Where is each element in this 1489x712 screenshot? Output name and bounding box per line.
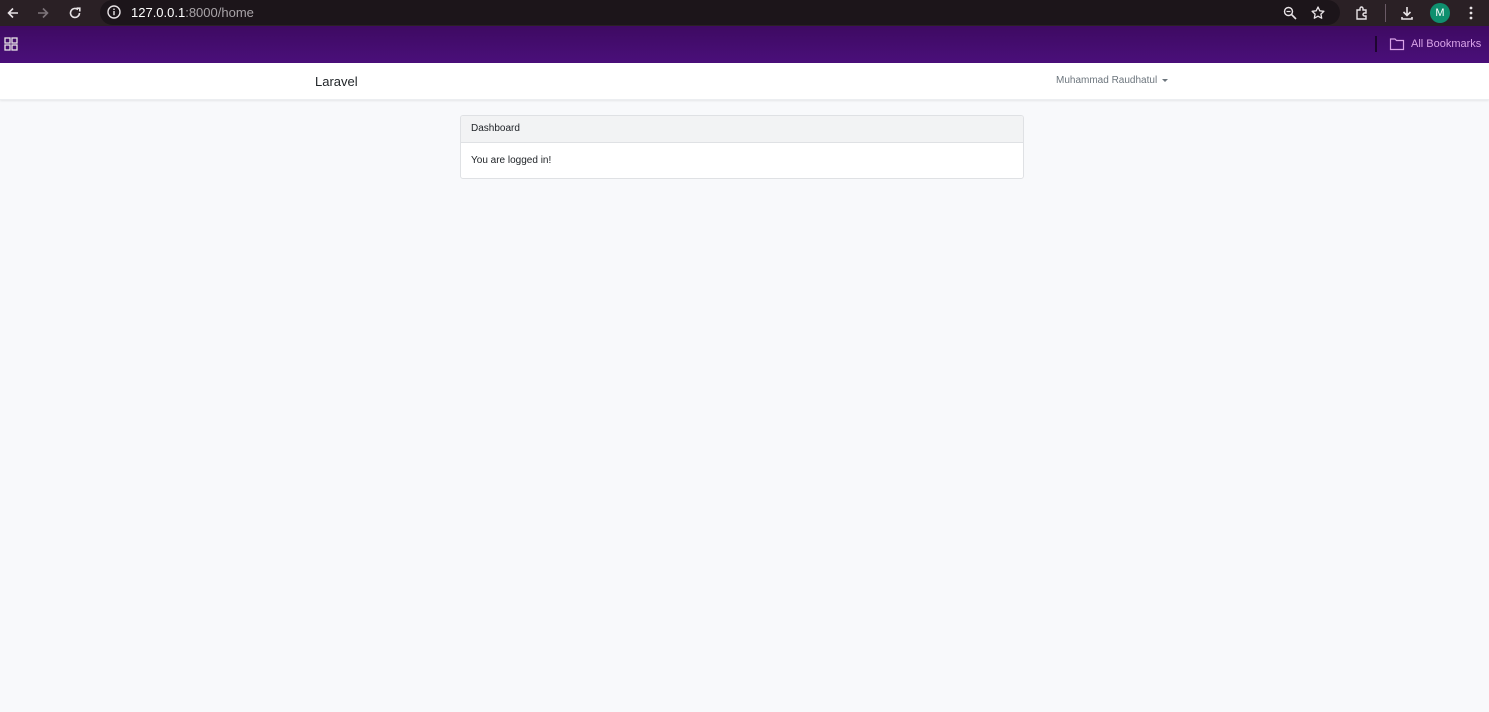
bookmark-star-button[interactable]	[1309, 4, 1327, 22]
zoom-icon	[1283, 6, 1297, 20]
download-button[interactable]	[1397, 3, 1417, 23]
card-body: You are logged in!	[471, 155, 552, 166]
user-dropdown[interactable]: Muhammad Raudhatul	[1056, 75, 1169, 86]
toolbar-divider	[1385, 4, 1386, 22]
browser-menu-button[interactable]	[1461, 3, 1481, 23]
site-info-icon[interactable]	[106, 4, 122, 20]
bookmarks-divider	[1375, 36, 1377, 52]
user-name: Muhammad Raudhatul	[1056, 75, 1158, 86]
apps-grid-icon[interactable]	[3, 36, 19, 52]
reload-button[interactable]	[65, 3, 85, 23]
url-path: :8000/home	[185, 5, 254, 20]
back-icon	[7, 7, 18, 19]
card-header: Dashboard	[461, 116, 1023, 143]
forward-icon	[38, 7, 49, 19]
forward-button[interactable]	[33, 3, 53, 23]
bookmark-star-icon	[1311, 6, 1325, 19]
url-host: 127.0.0.1	[131, 5, 186, 20]
extensions-button[interactable]	[1352, 3, 1372, 23]
profile-avatar[interactable]: M	[1430, 3, 1450, 23]
browser-toolbar: 127.0.0.1:8000/home M	[0, 0, 1489, 26]
address-bar[interactable]: 127.0.0.1:8000/home	[100, 0, 1340, 25]
download-icon	[1401, 7, 1413, 20]
brand-link[interactable]: Laravel	[315, 74, 358, 89]
zoom-button[interactable]	[1281, 4, 1299, 22]
app-navbar: Laravel Muhammad Raudhatul	[0, 63, 1489, 100]
all-bookmarks-link[interactable]: All Bookmarks	[1411, 38, 1481, 50]
folder-icon[interactable]	[1389, 37, 1405, 51]
dashboard-card: Dashboard You are logged in!	[460, 115, 1024, 179]
extensions-icon	[1356, 6, 1367, 20]
reload-icon	[69, 7, 81, 19]
caret-down-icon	[1162, 79, 1169, 82]
bookmarks-bar: All Bookmarks	[0, 26, 1489, 63]
url-text[interactable]: 127.0.0.1:8000/home	[131, 5, 254, 20]
menu-icon	[1469, 6, 1473, 20]
back-button[interactable]	[3, 3, 23, 23]
